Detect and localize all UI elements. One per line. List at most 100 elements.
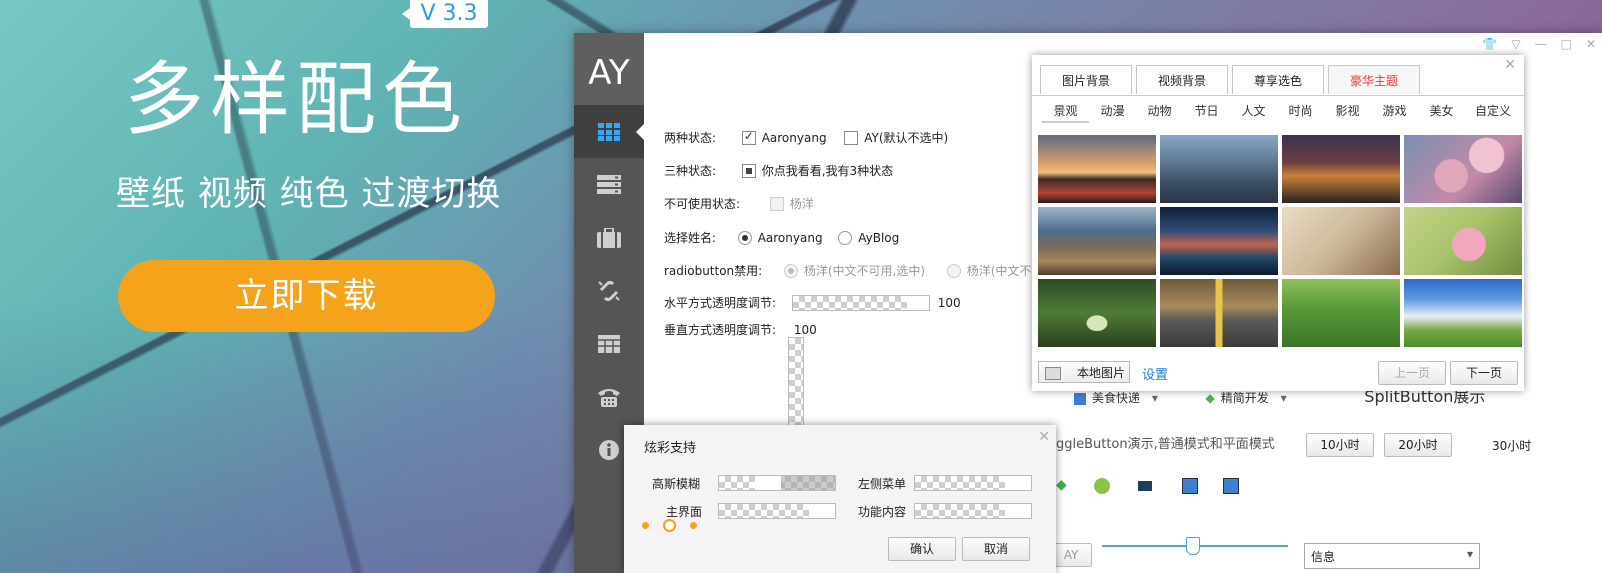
gaussian-slider[interactable] bbox=[718, 475, 836, 491]
prev-page-button[interactable]: 上一页 bbox=[1378, 361, 1446, 385]
confirm-button[interactable]: 确认 bbox=[888, 537, 956, 561]
h-opacity-label: 水平方式透明度调节: bbox=[664, 296, 777, 310]
radio-disabled-checked bbox=[783, 263, 798, 278]
category-item[interactable]: 影视 bbox=[1324, 101, 1371, 123]
v-opacity-label: 垂直方式透明度调节: bbox=[664, 323, 777, 337]
wallpaper-thumb[interactable] bbox=[1160, 279, 1278, 347]
three-state-label: 三种状态: bbox=[664, 164, 717, 178]
wallpaper-thumb[interactable] bbox=[1404, 135, 1522, 203]
toggle-demo-text: oggleButton演示,普通模式和平面模式 bbox=[1048, 437, 1275, 452]
icon-row: ◆ bbox=[1056, 477, 1240, 494]
toggle-30h-button[interactable]: 30小时 bbox=[1492, 437, 1531, 454]
two-state-row: 两种状态: Aaronyang AY(默认不选中) bbox=[664, 129, 948, 146]
tab-video-bg[interactable]: 视频背景 bbox=[1136, 65, 1228, 94]
wallpaper-thumb[interactable] bbox=[1038, 135, 1156, 203]
list-icon bbox=[597, 174, 621, 194]
h-opacity-value: 100 bbox=[937, 295, 961, 310]
cancel-button[interactable]: 取消 bbox=[962, 537, 1030, 561]
category-item[interactable]: 动物 bbox=[1136, 101, 1183, 123]
food-icon bbox=[1074, 392, 1086, 405]
checkbox-three-state[interactable] bbox=[741, 163, 756, 178]
ay-button[interactable]: AY bbox=[1050, 543, 1092, 567]
tab-color[interactable]: 尊享选色 bbox=[1232, 65, 1324, 94]
window-icon[interactable] bbox=[1181, 477, 1198, 494]
window-icon[interactable] bbox=[1223, 477, 1240, 494]
pager-dot-active[interactable] bbox=[663, 519, 676, 532]
radio-disabled-row: radiobutton禁用: 杨洋(中文不可用,选中) 杨洋(中文不可用 bbox=[664, 262, 1055, 279]
content-slider[interactable] bbox=[914, 503, 1032, 519]
v-opacity-value: 100 bbox=[793, 323, 817, 337]
sidebar-item-table[interactable] bbox=[574, 317, 644, 370]
gem-icon[interactable]: ◆ bbox=[1056, 477, 1067, 493]
grid-icon bbox=[598, 122, 620, 141]
radio-ayblog[interactable] bbox=[838, 230, 853, 245]
pager-dot[interactable] bbox=[642, 522, 649, 529]
menu-icon[interactable]: ▽ bbox=[1511, 37, 1520, 51]
local-image-button[interactable]: 本地图片 bbox=[1038, 361, 1130, 383]
v-opacity-slider[interactable] bbox=[788, 337, 804, 433]
close-icon[interactable]: ✕ bbox=[1504, 57, 1516, 73]
two-state-label: 两种状态: bbox=[664, 131, 717, 145]
v-opacity-row: 垂直方式透明度调节: 100 bbox=[664, 321, 817, 338]
info-select[interactable]: 信息 ▾ bbox=[1304, 543, 1480, 569]
bottom-slider-thumb[interactable] bbox=[1186, 537, 1200, 555]
checkbox-disabled bbox=[769, 196, 784, 211]
radio-label: Aaronyang bbox=[757, 231, 823, 245]
wallpaper-thumb[interactable] bbox=[1404, 207, 1522, 275]
category-item[interactable]: 节日 bbox=[1183, 101, 1230, 123]
download-button[interactable]: 立即下载 bbox=[118, 260, 495, 332]
sidebar-item-phone[interactable] bbox=[574, 370, 644, 423]
category-item[interactable]: 自定义 bbox=[1465, 101, 1521, 123]
left-menu-slider[interactable] bbox=[914, 475, 1032, 491]
wallpaper-thumb[interactable] bbox=[1282, 135, 1400, 203]
radio-aaronyang[interactable] bbox=[737, 230, 752, 245]
wallpaper-thumb[interactable] bbox=[1160, 207, 1278, 275]
info-select-value: 信息 bbox=[1311, 550, 1336, 564]
pager-dot[interactable] bbox=[690, 522, 697, 529]
hero-headline: 多样配色 bbox=[124, 53, 468, 146]
toggle-10h-button[interactable]: 10小时 bbox=[1306, 433, 1374, 457]
disabled-row: 不可使用状态: 杨洋 bbox=[664, 195, 814, 212]
sidebar-item-list[interactable] bbox=[574, 158, 644, 211]
content-label: 功能内容 bbox=[857, 505, 906, 519]
smile-icon[interactable] bbox=[1094, 477, 1111, 494]
checkbox-ay[interactable] bbox=[844, 130, 859, 145]
wallpaper-thumb[interactable] bbox=[1282, 207, 1400, 275]
wallpaper-thumb[interactable] bbox=[1404, 279, 1522, 347]
case-icon[interactable] bbox=[1138, 480, 1153, 491]
checkbox-label: Aaronyang bbox=[761, 131, 827, 145]
wallpaper-thumb[interactable] bbox=[1160, 135, 1278, 203]
peek-item-dev[interactable]: 精简开发 bbox=[1221, 391, 1269, 405]
settings-link[interactable]: 设置 bbox=[1142, 364, 1168, 383]
link-icon bbox=[598, 280, 620, 301]
maximize-icon[interactable]: □ bbox=[1561, 37, 1572, 51]
wallpaper-thumb[interactable] bbox=[1038, 207, 1156, 275]
tab-luxury-theme[interactable]: 豪华主题 bbox=[1328, 65, 1420, 94]
toggle-20h-button[interactable]: 20小时 bbox=[1384, 433, 1452, 457]
close-icon[interactable]: ✕ bbox=[1586, 37, 1596, 51]
checkbox-aaronyang[interactable] bbox=[741, 129, 756, 145]
sidebar-item-briefcase[interactable] bbox=[574, 211, 644, 264]
category-item[interactable]: 美女 bbox=[1418, 101, 1465, 123]
wallpaper-thumb[interactable] bbox=[1038, 279, 1156, 347]
category-item[interactable]: 游戏 bbox=[1371, 101, 1418, 123]
sidebar-item-grid[interactable] bbox=[574, 105, 644, 158]
minimize-icon[interactable]: — bbox=[1535, 37, 1547, 51]
category-item[interactable]: 时尚 bbox=[1277, 101, 1324, 123]
choose-name-row: 选择姓名: Aaronyang AyBlog bbox=[664, 229, 899, 246]
h-opacity-slider[interactable] bbox=[791, 294, 930, 311]
next-page-button[interactable]: 下一页 bbox=[1450, 361, 1518, 385]
peek-item-food[interactable]: 美食快递 bbox=[1092, 391, 1140, 405]
background-picker: ✕ 图片背景 视频背景 尊享选色 豪华主题 景观 动漫 动物 节日 人文 时尚 … bbox=[1032, 55, 1524, 391]
close-icon[interactable]: ✕ bbox=[1038, 429, 1050, 445]
sidebar-item-link[interactable] bbox=[574, 264, 644, 317]
wallpaper-thumb[interactable] bbox=[1282, 279, 1400, 347]
local-image-label: 本地图片 bbox=[1076, 366, 1125, 380]
category-item[interactable]: 景观 bbox=[1042, 101, 1089, 123]
skin-icon[interactable]: 👕 bbox=[1482, 37, 1497, 51]
tab-image-bg[interactable]: 图片背景 bbox=[1040, 65, 1132, 94]
category-item[interactable]: 人文 bbox=[1230, 101, 1277, 123]
main-slider[interactable] bbox=[718, 503, 836, 519]
category-item[interactable]: 动漫 bbox=[1089, 101, 1136, 123]
dialog-title: 炫彩支持 bbox=[644, 441, 697, 456]
